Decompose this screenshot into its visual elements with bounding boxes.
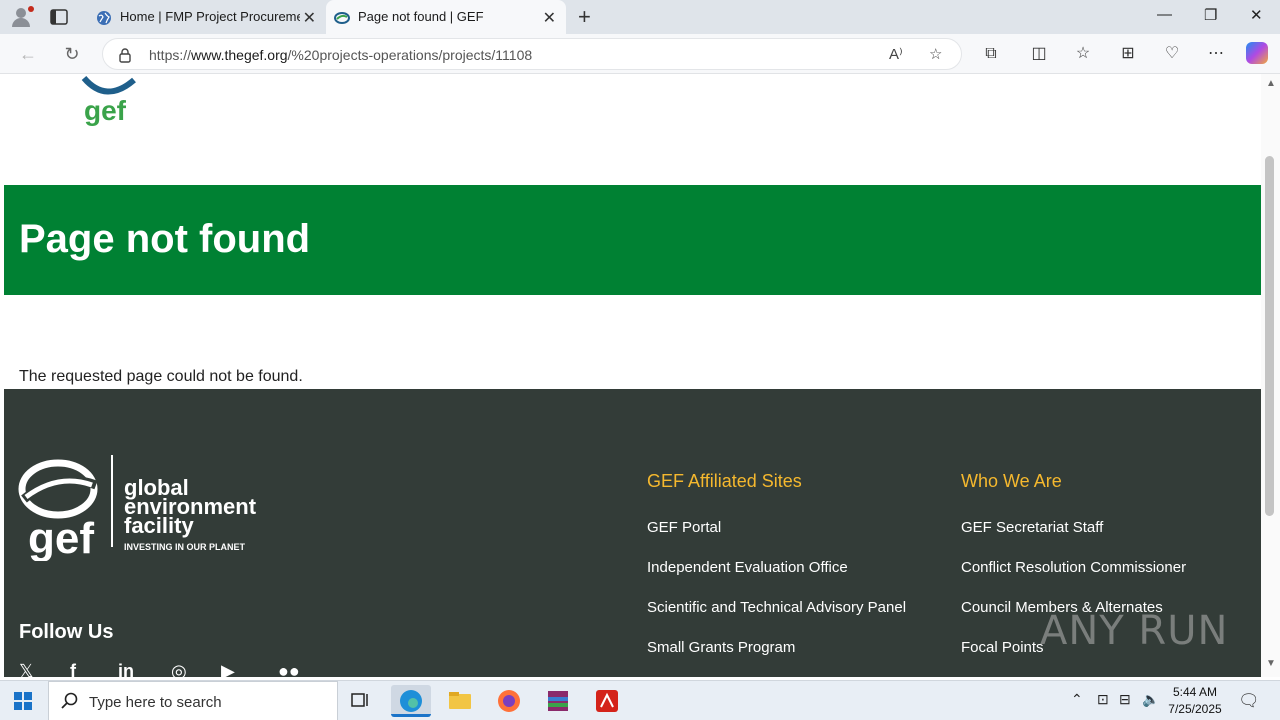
- winrar-icon[interactable]: [538, 685, 578, 717]
- facebook-icon[interactable]: f: [70, 661, 76, 677]
- profile-icon[interactable]: [8, 5, 34, 31]
- watermark: ANY RUN: [1040, 608, 1229, 654]
- footer-link-focal-points[interactable]: Focal Points: [961, 639, 1044, 656]
- clock-date: 7/25/2025: [1168, 702, 1222, 716]
- clock-time: 5:44 AM: [1172, 685, 1218, 699]
- restore-icon[interactable]: ❐: [1204, 6, 1217, 24]
- tab-page-not-found[interactable]: Page not found | GEF ✕: [326, 0, 566, 34]
- tab-fmp-procurement[interactable]: Home | FMP Project Procurement ✕: [88, 0, 326, 34]
- search-icon: [61, 692, 78, 709]
- tab-title: Page not found | GEF: [358, 9, 484, 24]
- read-aloud-icon[interactable]: A⁾: [889, 45, 903, 63]
- page-viewport: gef Page not found The requested page co…: [0, 74, 1280, 677]
- footer-logo-line-3: facility: [124, 513, 194, 538]
- svg-text:gef: gef: [84, 95, 127, 126]
- page-hero: Page not found: [4, 185, 1261, 295]
- taskbar: Type here to search ⌃ ⊡ ⊟ 🔈 5:44 AM 7/25…: [0, 680, 1280, 720]
- split-screen-icon[interactable]: ◫: [1028, 43, 1050, 65]
- page-scrollbar[interactable]: ▲ ▼: [1261, 74, 1280, 677]
- new-tab-icon[interactable]: +: [578, 4, 591, 30]
- more-menu-icon[interactable]: ⋯: [1205, 43, 1227, 65]
- footer-col-who-title: Who We Are: [961, 471, 1062, 491]
- youtube-icon[interactable]: ▶: [221, 661, 235, 677]
- copilot-icon[interactable]: [1246, 42, 1268, 64]
- browser-essentials-icon[interactable]: ♡: [1161, 43, 1183, 65]
- system-clock[interactable]: 5:44 AM 7/25/2025: [1168, 684, 1222, 718]
- footer-logo-tagline: INVESTING IN OUR PLANET: [124, 542, 246, 552]
- acrobat-icon[interactable]: [587, 685, 627, 717]
- volume-icon[interactable]: 🔈: [1142, 691, 1159, 708]
- windows-start-icon[interactable]: [14, 692, 32, 710]
- gef-favicon-icon: [334, 12, 350, 24]
- network-icon[interactable]: ⊟: [1119, 691, 1131, 708]
- footer-link-stap[interactable]: Scientific and Technical Advisory Panel: [647, 599, 906, 616]
- minimize-icon[interactable]: —: [1157, 6, 1172, 23]
- scroll-down-icon[interactable]: ▼: [1266, 658, 1276, 669]
- scroll-up-icon[interactable]: ▲: [1266, 78, 1276, 89]
- tray-overflow-icon[interactable]: ⌃: [1071, 691, 1083, 708]
- footer-link-secretariat[interactable]: GEF Secretariat Staff: [961, 519, 1103, 536]
- x-icon[interactable]: 𝕏: [19, 661, 34, 677]
- gef-logo[interactable]: gef: [76, 74, 146, 126]
- footer-link-ieo[interactable]: Independent Evaluation Office: [647, 559, 848, 576]
- tab-bar: Home | FMP Project Procurement ✕ Page no…: [0, 0, 1280, 34]
- favorites-icon[interactable]: ☆: [1072, 43, 1094, 65]
- footer-link-gef-portal[interactable]: GEF Portal: [647, 519, 721, 536]
- svg-text:gef: gef: [28, 514, 94, 561]
- not-found-message: The requested page could not be found.: [19, 368, 303, 385]
- refresh-icon[interactable]: ↻: [60, 42, 84, 66]
- favorite-star-icon[interactable]: ☆: [929, 45, 942, 63]
- search-placeholder: Type here to search: [89, 694, 222, 711]
- footer-col-affiliated-title: GEF Affiliated Sites: [647, 471, 802, 491]
- web-page: gef Page not found The requested page co…: [4, 74, 1261, 677]
- back-icon[interactable]: ←: [16, 42, 40, 66]
- flickr-icon[interactable]: ●●: [278, 661, 300, 677]
- collections-icon[interactable]: ⊞: [1117, 43, 1139, 65]
- gef-footer-logo[interactable]: gef global environment facility INVESTIN…: [18, 451, 268, 561]
- url-field[interactable]: https://www.thegef.org/%20projects-opera…: [102, 38, 962, 70]
- scroll-thumb[interactable]: [1265, 156, 1274, 516]
- file-explorer-icon[interactable]: [440, 685, 480, 717]
- taskbar-search[interactable]: Type here to search: [48, 681, 338, 720]
- close-tab-icon[interactable]: ✕: [543, 8, 556, 28]
- tray-device-icon[interactable]: ⊡: [1097, 691, 1109, 708]
- task-view-icon[interactable]: [340, 685, 380, 717]
- edge-app-icon[interactable]: [391, 685, 431, 717]
- address-bar: ← ↻ https://www.thegef.org/%20projects-o…: [0, 34, 1280, 74]
- footer-link-sgp[interactable]: Small Grants Program: [647, 639, 795, 656]
- lock-icon[interactable]: [117, 47, 133, 63]
- browser-window: Home | FMP Project Procurement ✕ Page no…: [0, 0, 1280, 720]
- linkedin-icon[interactable]: in: [118, 661, 134, 677]
- close-window-icon[interactable]: ✕: [1250, 6, 1263, 24]
- extensions-icon[interactable]: ⧉: [980, 43, 1002, 65]
- close-tab-icon[interactable]: ✕: [303, 8, 316, 28]
- instagram-icon[interactable]: ◎: [171, 661, 187, 677]
- follow-us-heading: Follow Us: [19, 621, 114, 643]
- page-title: Page not found: [19, 217, 311, 261]
- firefox-icon[interactable]: [489, 685, 529, 717]
- globe-icon: [97, 11, 111, 25]
- footer-link-crc[interactable]: Conflict Resolution Commissioner: [961, 559, 1186, 576]
- tab-title: Home | FMP Project Procurement: [120, 9, 300, 24]
- notifications-icon[interactable]: 🗨: [1238, 691, 1260, 711]
- url-text: https://www.thegef.org/%20projects-opera…: [149, 47, 533, 63]
- tab-actions-icon[interactable]: [50, 9, 68, 25]
